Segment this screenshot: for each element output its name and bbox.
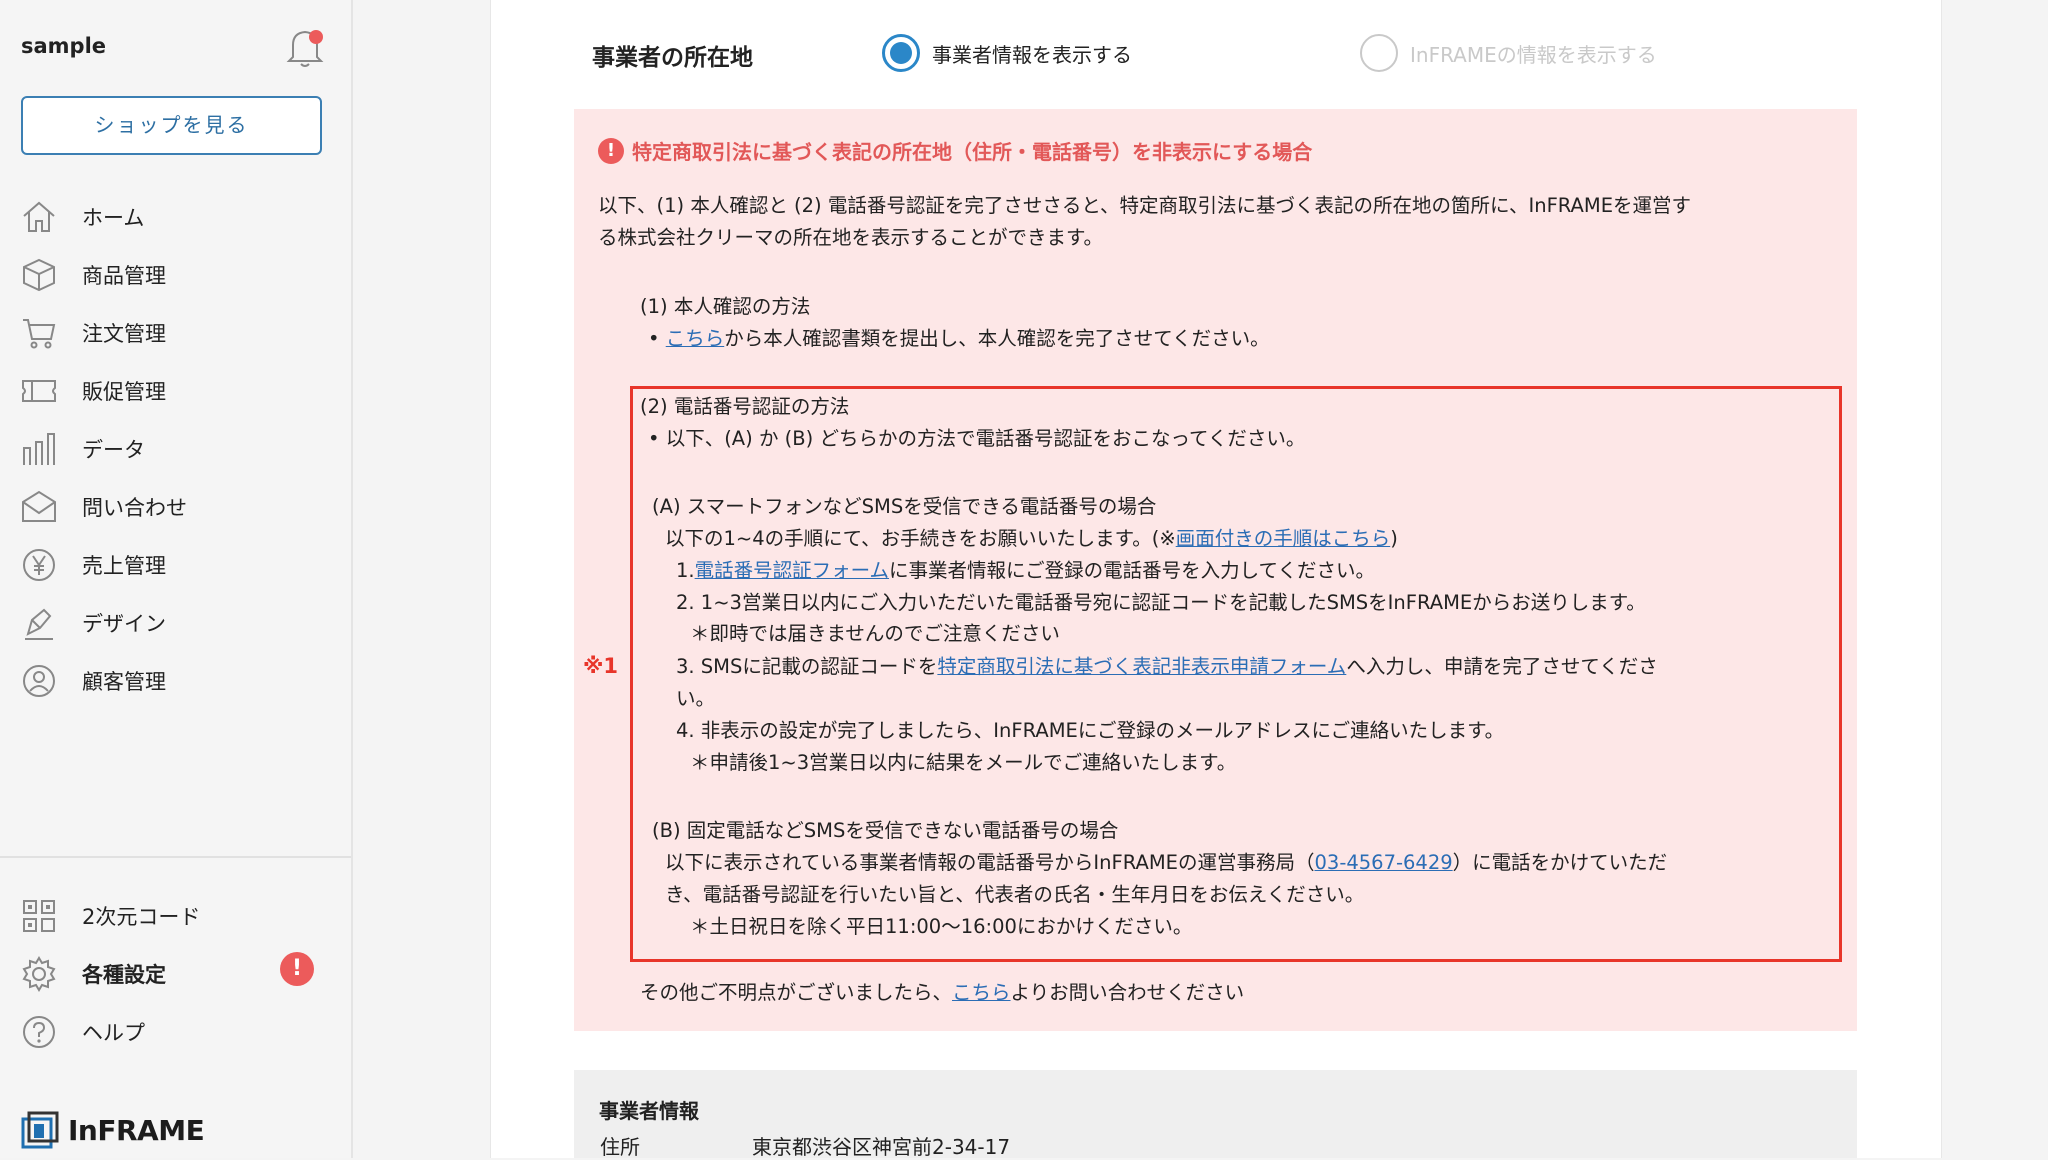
nav-label: 売上管理 xyxy=(82,554,166,578)
step3-text-post: へ入力し、申請を完了させてくださ xyxy=(1346,655,1658,678)
nav-label: 顧客管理 xyxy=(82,670,166,694)
ticket-icon xyxy=(20,372,58,410)
section2-intro: • 以下、(A) か (B) どちらかの方法で電話番号認証をおこなってください。 xyxy=(648,427,1306,450)
option-b-note: ＊土日祝日を除く平日11:00〜16:00におかけください。 xyxy=(690,915,1193,938)
id-verification-link[interactable]: こちら xyxy=(666,327,725,350)
footer-text-pre: その他ご不明点がございましたら、 xyxy=(640,981,953,1004)
bullet: • xyxy=(648,327,660,350)
section1-text: から本人確認書類を提出し、本人確認を完了させてください。 xyxy=(724,327,1270,350)
bar-chart-icon xyxy=(20,430,58,468)
support-phone-link[interactable]: 03-4567-6429 xyxy=(1315,851,1453,874)
nav-label: データ xyxy=(82,438,145,462)
radio-show-own-info[interactable]: 事業者情報を表示する xyxy=(882,34,1132,72)
step1-text: に事業者情報にご登録の電話番号を入力してください。 xyxy=(889,559,1375,582)
nav-item-customers[interactable]: 顧客管理 xyxy=(20,659,166,703)
nav-label: 問い合わせ xyxy=(82,496,187,520)
notice-intro-line1: 以下、(1) 本人確認と (2) 電話番号認証を完了させさると、特定商取引法に基… xyxy=(598,194,1692,217)
inframe-logo-icon xyxy=(21,1111,59,1149)
option-a-intro-close: ) xyxy=(1390,527,1398,550)
radio-circle-unselected[interactable] xyxy=(1360,34,1398,72)
sidebar-divider xyxy=(0,856,351,858)
hide-request-form-link[interactable]: 特定商取引法に基づく表記非表示申請フォーム xyxy=(937,655,1346,678)
home-icon xyxy=(20,198,58,236)
nav-item-products[interactable]: 商品管理 xyxy=(20,253,166,297)
footer-text-post: よりお問い合わせください xyxy=(1010,981,1245,1004)
address-label: 住所 xyxy=(600,1135,640,1159)
nav-item-qr-code[interactable]: 2次元コード xyxy=(20,894,200,938)
yen-icon xyxy=(20,546,58,584)
bell-icon[interactable] xyxy=(285,25,325,69)
nav-label: 商品管理 xyxy=(82,264,166,288)
business-info-title: 事業者情報 xyxy=(599,1099,699,1123)
notice-intro-line2: る株式会社クリーマの所在地を表示することができます。 xyxy=(598,226,1104,249)
settings-alert-badge: ! xyxy=(280,952,314,986)
option-a-step4: 4. 非表示の設定が完了しましたら、InFRAMEにご登録のメールアドレスにご連… xyxy=(676,719,1505,742)
nav-item-sales[interactable]: 売上管理 xyxy=(20,543,166,587)
nav-item-design[interactable]: デザイン xyxy=(20,601,166,645)
logo-text: InFRAME xyxy=(68,1113,205,1147)
option-a-intro: 以下の1~4の手順にて、お手続きをお願いいたします。(※画面付きの手順はこちら) xyxy=(665,526,1398,552)
nav-label: 販促管理 xyxy=(82,380,166,404)
mail-icon xyxy=(20,488,58,526)
step3-text-pre: 3. SMSに記載の認証コードを xyxy=(676,655,938,678)
option-a-step4-note: ＊申請後1~3営業日以内に結果をメールでご連絡いたします。 xyxy=(690,751,1237,774)
radio-show-inframe-info[interactable]: InFRAMEの情報を表示する xyxy=(1360,34,1657,72)
option-b-text-pre: 以下に表示されている事業者情報の電話番号からInFRAMEの運営事務局（ xyxy=(665,851,1315,874)
option-b-text2: き、電話番号認証を行いたい旨と、代表者の氏名・生年月日をお伝えください。 xyxy=(665,883,1365,906)
nav-label: 各種設定 xyxy=(82,963,166,987)
nav-label: ホーム xyxy=(82,206,145,230)
contact-link[interactable]: こちら xyxy=(952,981,1011,1004)
box-icon xyxy=(20,256,58,294)
nav-label: ヘルプ xyxy=(82,1021,145,1045)
note-mark: ※1 xyxy=(583,654,619,678)
nav-label: 2次元コード xyxy=(82,905,201,929)
nav-item-help[interactable]: ヘルプ xyxy=(20,1010,145,1054)
option-a-step2: 2. 1~3営業日以内にご入力いただいた電話番号宛に認証コードを記載したSMSを… xyxy=(676,591,1646,614)
notice-title-text: 特定商取引法に基づく表記の所在地（住所・電話番号）を非表示にする場合 xyxy=(632,140,1313,164)
radio-circle-selected[interactable] xyxy=(882,34,920,72)
sidebar: sample ショップを見る ホーム 商品管理 注文管理 販促管理 データ 問い… xyxy=(0,0,353,1158)
gear-icon xyxy=(20,955,58,993)
qr-icon xyxy=(20,897,58,935)
section1-title: (1) 本人確認の方法 xyxy=(640,295,811,318)
location-heading: 事業者の所在地 xyxy=(592,45,753,71)
option-a-title: (A) スマートフォンなどSMSを受信できる電話番号の場合 xyxy=(652,495,1157,518)
nav-item-promotion[interactable]: 販促管理 xyxy=(20,369,166,413)
nav-label: デザイン xyxy=(82,612,166,636)
help-icon xyxy=(20,1013,58,1051)
view-shop-button[interactable]: ショップを見る xyxy=(21,96,322,155)
phone-verification-form-link[interactable]: 電話番号認証フォーム xyxy=(695,559,889,582)
nav-item-data[interactable]: データ xyxy=(20,427,145,471)
step-number: 1. xyxy=(676,559,695,582)
user-icon xyxy=(20,662,58,700)
nav-item-home[interactable]: ホーム xyxy=(20,195,144,239)
inframe-logo: InFRAME xyxy=(20,1110,205,1150)
option-a-step3: 3. SMSに記載の認証コードを特定商取引法に基づく表記非表示申請フォームへ入力… xyxy=(676,654,1658,680)
option-a-step2-note: ＊即時では届きませんのでご注意ください xyxy=(690,622,1060,645)
section1-bullet: • こちらから本人確認書類を提出し、本人確認を完了させてください。 xyxy=(648,326,1270,352)
option-a-intro-text: 以下の1~4の手順にて、お手続きをお願いいたします。(※ xyxy=(665,527,1176,550)
screenshot-guide-link[interactable]: 画面付きの手順はこちら xyxy=(1176,527,1391,550)
section2-title: (2) 電話番号認証の方法 xyxy=(640,395,850,418)
option-a-step3-cont: い。 xyxy=(676,687,716,710)
nav-item-inquiries[interactable]: 問い合わせ xyxy=(20,485,187,529)
radio-label: 事業者情報を表示する xyxy=(932,42,1132,67)
option-b-title: (B) 固定電話などSMSを受信できない電話番号の場合 xyxy=(652,819,1119,842)
notice-title: ! 特定商取引法に基づく表記の所在地（住所・電話番号）を非表示にする場合 xyxy=(598,136,1312,165)
pen-icon xyxy=(20,604,58,642)
shop-name: sample xyxy=(21,34,107,58)
notice-footer: その他ご不明点がございましたら、こちらよりお問い合わせください xyxy=(640,980,1244,1006)
nav-label: 注文管理 xyxy=(82,322,166,346)
nav-item-settings[interactable]: 各種設定 xyxy=(20,952,166,996)
exclamation-icon: ! xyxy=(598,137,624,164)
option-b-text1: 以下に表示されている事業者情報の電話番号からInFRAMEの運営事務局（03-4… xyxy=(665,850,1667,876)
nav-item-orders[interactable]: 注文管理 xyxy=(20,311,166,355)
radio-label: InFRAMEの情報を表示する xyxy=(1410,42,1657,67)
address-value: 東京都渋谷区神宮前2-34-17 xyxy=(752,1135,1011,1159)
option-b-text-post: ）に電話をかけていただ xyxy=(1452,851,1668,874)
cart-icon xyxy=(20,314,58,352)
option-a-step1: 1.電話番号認証フォームに事業者情報にご登録の電話番号を入力してください。 xyxy=(676,558,1375,584)
